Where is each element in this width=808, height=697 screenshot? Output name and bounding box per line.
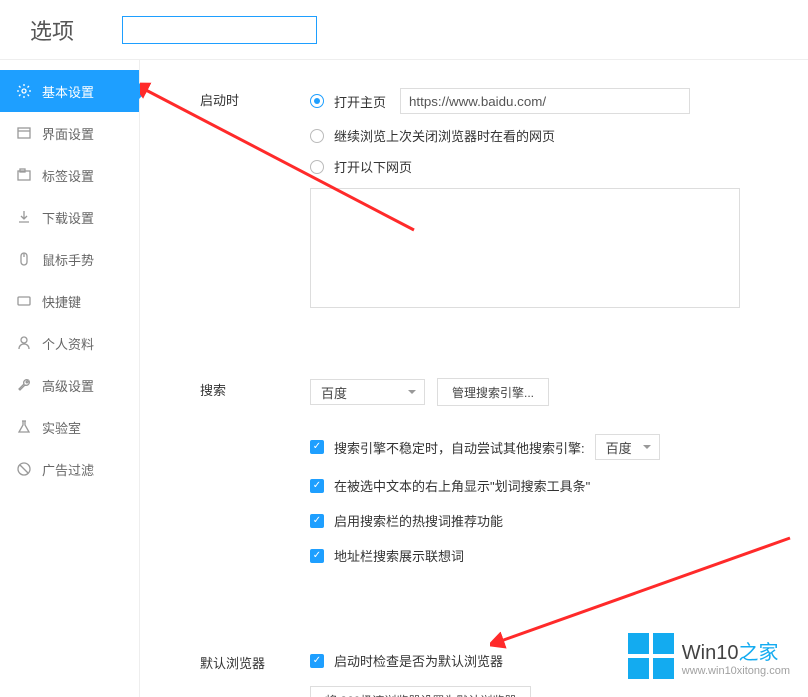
addressbar-suggest-checkbox[interactable] — [310, 549, 324, 563]
sidebar-item-download[interactable]: 下载设置 — [0, 196, 139, 238]
sidebar-item-basic[interactable]: 基本设置 — [0, 70, 139, 112]
startup-option-pages: 打开以下网页 — [334, 157, 412, 176]
sidebar-item-label: 标签设置 — [42, 166, 94, 185]
window-icon — [16, 125, 32, 141]
sidebar-item-label: 快捷键 — [42, 292, 81, 311]
selection-toolbar-label: 在被选中文本的右上角显示"划词搜索工具条" — [334, 476, 590, 495]
sidebar-item-label: 广告过滤 — [42, 460, 94, 479]
default-browser-label: 默认浏览器 — [200, 651, 310, 697]
sidebar-item-label: 鼠标手势 — [42, 250, 94, 269]
keyboard-icon — [16, 293, 32, 309]
sidebar-item-profile[interactable]: 个人资料 — [0, 322, 139, 364]
sidebar-item-adblock[interactable]: 广告过滤 — [0, 448, 139, 490]
sidebar-item-label: 高级设置 — [42, 376, 94, 395]
startup-option-continue: 继续浏览上次关闭浏览器时在看的网页 — [334, 126, 555, 145]
addressbar-suggest-label: 地址栏搜索展示联想词 — [334, 546, 464, 565]
sidebar-item-label: 基本设置 — [42, 82, 94, 101]
page-title: 选项 — [0, 14, 104, 46]
fallback-engine-dropdown[interactable]: 百度 — [595, 434, 660, 460]
set-default-button[interactable]: 将 360极速浏览器设置为默认浏览器 — [310, 686, 531, 697]
sidebar-item-shortcut[interactable]: 快捷键 — [0, 280, 139, 322]
watermark: Win10之家 www.win10xitong.com — [628, 633, 790, 679]
watermark-url: www.win10xitong.com — [682, 665, 790, 677]
sidebar-item-label: 下载设置 — [42, 208, 94, 227]
header-search-input[interactable] — [122, 16, 317, 44]
user-icon — [16, 335, 32, 351]
hot-suggest-label: 启用搜索栏的热搜词推荐功能 — [334, 511, 503, 530]
sidebar-item-label: 实验室 — [42, 418, 81, 437]
sidebar: 基本设置 界面设置 标签设置 下载设置 鼠标手势 快捷键 个人资料 高级设置 — [0, 60, 140, 697]
startup-radio-homepage[interactable] — [310, 94, 324, 108]
sidebar-item-ui[interactable]: 界面设置 — [0, 112, 139, 154]
check-default-checkbox[interactable] — [310, 654, 324, 668]
tab-icon — [16, 167, 32, 183]
sidebar-item-mouse[interactable]: 鼠标手势 — [0, 238, 139, 280]
mouse-icon — [16, 251, 32, 267]
search-label: 搜索 — [200, 378, 310, 581]
check-default-label: 启动时检查是否为默认浏览器 — [334, 651, 503, 670]
gear-icon — [16, 83, 32, 99]
fallback-engine-label: 搜索引擎不稳定时，自动尝试其他搜索引擎: — [334, 438, 585, 457]
fallback-engine-checkbox[interactable] — [310, 440, 324, 454]
homepage-url-input[interactable] — [400, 88, 690, 114]
block-icon — [16, 461, 32, 477]
wrench-icon — [16, 377, 32, 393]
sidebar-item-label: 界面设置 — [42, 124, 94, 143]
sidebar-item-advanced[interactable]: 高级设置 — [0, 364, 139, 406]
windows-logo-icon — [628, 633, 674, 679]
download-icon — [16, 209, 32, 225]
startup-option-homepage: 打开主页 — [334, 92, 386, 111]
selection-toolbar-checkbox[interactable] — [310, 479, 324, 493]
startup-radio-pages[interactable] — [310, 160, 324, 174]
flask-icon — [16, 419, 32, 435]
sidebar-item-label: 个人资料 — [42, 334, 94, 353]
startup-label: 启动时 — [200, 88, 310, 308]
startup-radio-continue[interactable] — [310, 129, 324, 143]
manage-engines-button[interactable]: 管理搜索引擎... — [437, 378, 549, 406]
watermark-title: Win10之家 — [682, 636, 790, 665]
hot-suggest-checkbox[interactable] — [310, 514, 324, 528]
startup-pages-box[interactable] — [310, 188, 740, 308]
search-engine-dropdown[interactable]: 百度 — [310, 379, 425, 405]
sidebar-item-lab[interactable]: 实验室 — [0, 406, 139, 448]
sidebar-item-tabs[interactable]: 标签设置 — [0, 154, 139, 196]
